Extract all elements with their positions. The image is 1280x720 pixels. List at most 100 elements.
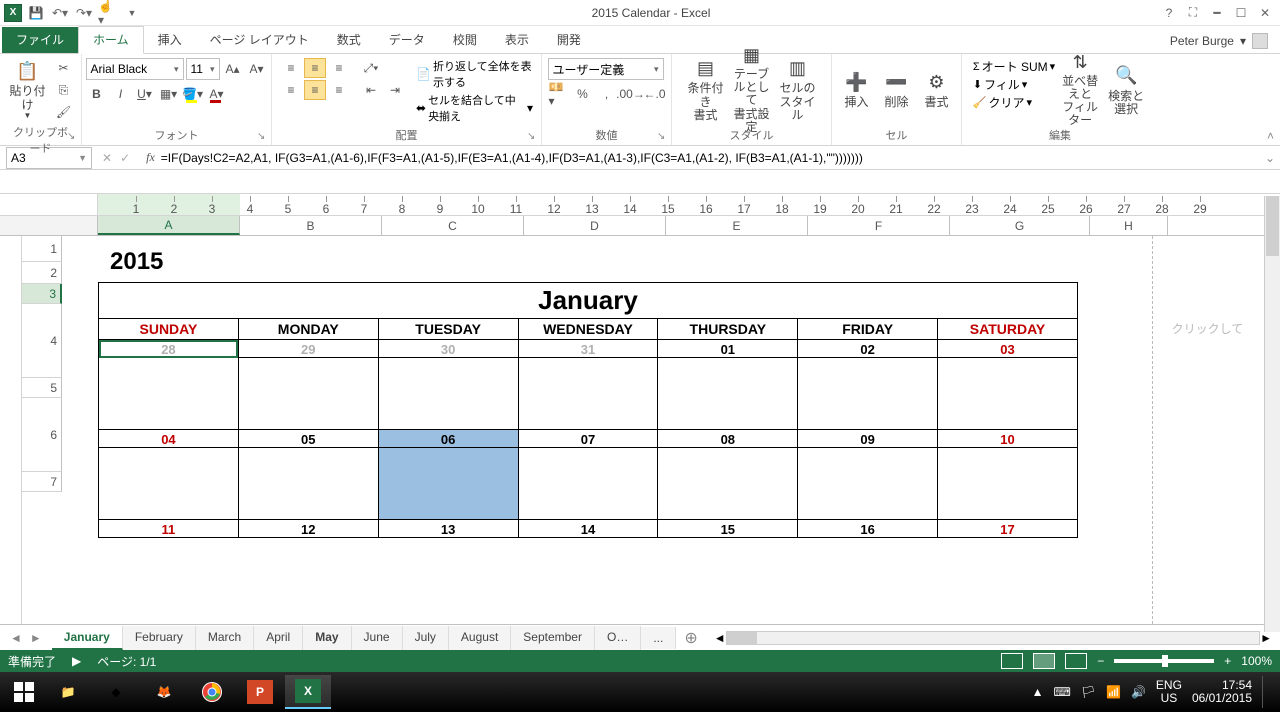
calendar-space-cell[interactable] — [518, 358, 658, 430]
clipboard-launcher-icon[interactable]: ↘ — [67, 131, 79, 143]
zoom-slider[interactable] — [1114, 659, 1214, 663]
task-chrome-icon[interactable] — [189, 675, 235, 709]
calendar-space-cell[interactable] — [378, 448, 518, 520]
calendar-date-cell[interactable]: 11 — [99, 520, 239, 538]
touch-mode-icon[interactable]: ☝▾ — [98, 3, 118, 23]
conditional-format-button[interactable]: ▤条件付き 書式 — [685, 58, 727, 122]
help-icon[interactable]: ? — [1160, 4, 1178, 22]
calendar-space-cell[interactable] — [798, 358, 938, 430]
calendar-date-cell[interactable]: 13 — [378, 520, 518, 538]
border-button[interactable]: ▦▾ — [158, 84, 180, 104]
align-bottom-icon[interactable]: ≡ — [328, 58, 350, 78]
align-center-icon[interactable]: ≡ — [304, 80, 326, 100]
calendar-date-cell[interactable]: 29 — [238, 340, 378, 358]
increase-indent-icon[interactable]: ⇥ — [384, 80, 406, 100]
calendar-date-cell[interactable]: 16 — [798, 520, 938, 538]
align-left-icon[interactable]: ≡ — [280, 80, 302, 100]
calendar-space-cell[interactable] — [238, 448, 378, 520]
task-excel-icon[interactable]: X — [285, 675, 331, 709]
comma-format-icon[interactable]: , — [596, 84, 618, 104]
calendar-date-cell[interactable]: 28 — [99, 340, 239, 358]
zoom-in-icon[interactable]: + — [1224, 654, 1231, 668]
sheet-tab[interactable]: January — [52, 626, 123, 650]
calendar-date-cell[interactable]: 03 — [938, 340, 1078, 358]
zoom-out-icon[interactable]: − — [1097, 654, 1104, 668]
tab-view[interactable]: 表示 — [491, 27, 543, 53]
tray-clock[interactable]: 17:5406/01/2015 — [1192, 679, 1252, 705]
alignment-launcher-icon[interactable]: ↘ — [527, 131, 539, 143]
column-header[interactable]: B — [240, 216, 382, 235]
column-header[interactable]: G — [950, 216, 1090, 235]
underline-button[interactable]: U▾ — [134, 84, 156, 104]
calendar-date-cell[interactable]: 07 — [518, 430, 658, 448]
customize-qat-icon[interactable]: ▼ — [122, 3, 142, 23]
insert-cells-button[interactable]: ➕挿入 — [839, 58, 875, 122]
cut-icon[interactable]: ✂ — [53, 58, 75, 78]
worksheet-content[interactable]: 2015 January SUNDAYMONDAYTUESDAYWEDNESDA… — [62, 236, 1280, 624]
calendar-space-cell[interactable] — [938, 448, 1078, 520]
delete-cells-button[interactable]: ➖削除 — [879, 58, 915, 122]
maximize-icon[interactable]: ☐ — [1232, 4, 1250, 22]
format-as-table-button[interactable]: ▦テーブルとして 書式設定 — [731, 58, 773, 122]
calendar-space-cell[interactable] — [798, 448, 938, 520]
zoom-level[interactable]: 100% — [1241, 654, 1272, 668]
task-inkscape-icon[interactable]: ◆ — [93, 675, 139, 709]
tray-language[interactable]: ENGUS — [1156, 679, 1182, 705]
tab-review[interactable]: 校閲 — [439, 27, 491, 53]
number-launcher-icon[interactable]: ↘ — [657, 131, 669, 143]
collapse-ribbon-icon[interactable]: ˄ — [1267, 129, 1274, 143]
calendar-space-cell[interactable] — [99, 448, 239, 520]
copy-icon[interactable]: ⎘ — [53, 80, 75, 100]
task-gimp-icon[interactable]: 🦊 — [141, 675, 187, 709]
clear-button[interactable]: 🧹 クリア ▾ — [973, 94, 1055, 111]
add-sheet-button[interactable]: ⊕ — [676, 628, 705, 648]
decrease-indent-icon[interactable]: ⇤ — [360, 80, 382, 100]
column-header[interactable]: H — [1090, 216, 1168, 235]
calendar-date-cell[interactable]: 30 — [378, 340, 518, 358]
select-all-triangle[interactable] — [0, 216, 98, 235]
align-middle-icon[interactable]: ≡ — [304, 58, 326, 78]
calendar-date-cell[interactable]: 02 — [798, 340, 938, 358]
autosum-button[interactable]: Σ オート SUM ▾ — [973, 58, 1055, 75]
close-icon[interactable]: ✕ — [1256, 4, 1274, 22]
decrease-font-icon[interactable]: A▾ — [246, 59, 268, 79]
calendar-space-cell[interactable] — [378, 358, 518, 430]
tab-formulas[interactable]: 数式 — [323, 27, 375, 53]
fx-icon[interactable]: fx — [140, 150, 161, 165]
calendar-space-cell[interactable] — [938, 358, 1078, 430]
view-normal-icon[interactable] — [1001, 653, 1023, 669]
tray-volume-icon[interactable]: 🔊 — [1131, 685, 1146, 699]
calendar-space-cell[interactable] — [658, 358, 798, 430]
redo-icon[interactable]: ↷▾ — [74, 3, 94, 23]
decrease-decimal-icon[interactable]: ←.0 — [644, 84, 666, 104]
user-account[interactable]: Peter Burge▾ — [1158, 29, 1280, 53]
horizontal-ruler[interactable]: 1234567891011121314151617181920212223242… — [0, 194, 1280, 216]
task-file-explorer-icon[interactable]: 📁 — [45, 675, 91, 709]
calendar-date-cell[interactable]: 12 — [238, 520, 378, 538]
number-format-select[interactable]: ユーザー定義 — [548, 58, 664, 80]
calendar-date-cell[interactable]: 10 — [938, 430, 1078, 448]
calendar-space-cell[interactable] — [99, 358, 239, 430]
excel-icon[interactable]: X — [4, 4, 22, 22]
calendar-date-cell[interactable]: 15 — [658, 520, 798, 538]
sheet-tab[interactable]: July — [403, 626, 449, 650]
paste-button[interactable]: 📋貼り付け▼ — [7, 58, 49, 122]
calendar-date-cell[interactable]: 04 — [99, 430, 239, 448]
tray-action-center-icon[interactable]: 🏳 — [1081, 685, 1096, 699]
fill-button[interactable]: ⬇ フィル ▾ — [973, 76, 1055, 93]
font-color-button[interactable]: A▾ — [206, 84, 228, 104]
show-desktop-button[interactable] — [1262, 676, 1268, 708]
calendar-date-cell[interactable]: 14 — [518, 520, 658, 538]
sheet-tab[interactable]: September — [511, 626, 595, 650]
sheet-tab[interactable]: February — [123, 626, 196, 650]
sheet-tab[interactable]: April — [254, 626, 303, 650]
tray-expand-icon[interactable]: ▲ — [1032, 685, 1044, 699]
accept-formula-icon[interactable]: ✓ — [120, 151, 130, 165]
column-header[interactable]: E — [666, 216, 808, 235]
font-launcher-icon[interactable]: ↘ — [257, 131, 269, 143]
tray-network-icon[interactable]: 📶 — [1106, 685, 1121, 699]
row-header[interactable]: 7 — [22, 472, 62, 492]
increase-decimal-icon[interactable]: .00→ — [620, 84, 642, 104]
cancel-formula-icon[interactable]: ✕ — [102, 151, 112, 165]
vertical-ruler[interactable] — [0, 236, 22, 624]
